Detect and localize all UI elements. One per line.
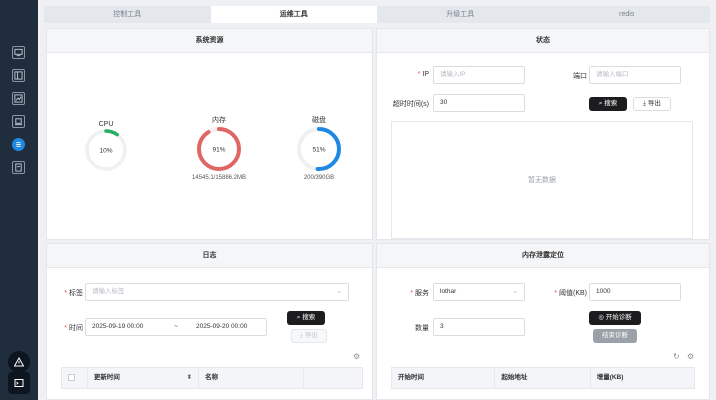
- gauge-label: 磁盘: [312, 117, 326, 124]
- column-name[interactable]: 名称: [199, 368, 305, 388]
- gauge-label: CPU: [98, 121, 114, 128]
- sort-icon[interactable]: ⬍: [187, 368, 192, 388]
- refresh-icon[interactable]: ↻: [673, 353, 680, 361]
- sidebar-document-icon[interactable]: [12, 161, 25, 174]
- empty-text: 暂无数据: [528, 177, 556, 184]
- search-icon: ⌕: [296, 314, 301, 321]
- sidebar-laptop-icon[interactable]: [12, 115, 25, 128]
- terminal-icon[interactable]: [8, 372, 30, 394]
- status-export-button[interactable]: ⤓ 导出: [633, 97, 671, 111]
- range-separator: ~: [174, 323, 178, 330]
- timeout-label: 超时时间(s): [392, 101, 429, 108]
- threshold-input[interactable]: 1000: [589, 283, 681, 301]
- gear-icon[interactable]: ⚙: [687, 353, 694, 361]
- column-start-address[interactable]: 起始地址: [495, 368, 591, 388]
- port-input[interactable]: 请输入端口: [589, 66, 681, 84]
- tab-control-tools[interactable]: 控制工具: [44, 6, 211, 23]
- gauge-value: 51%: [312, 147, 325, 154]
- sidebar-list-icon[interactable]: [12, 138, 25, 151]
- log-panel: 日志 * 标签 请输入标签 ⌄ * 时间 2025-09-19 00:00 ~ 202…: [46, 243, 373, 400]
- status-search-button[interactable]: ⌕ 搜索: [589, 97, 627, 111]
- checkbox-icon[interactable]: [68, 374, 75, 381]
- time-range-picker[interactable]: 2025-09-19 00:00 ~ 2025-09-20 00:00: [85, 318, 267, 336]
- log-export-button[interactable]: ⤓ 导出: [291, 329, 327, 343]
- panel-title: 日志: [47, 244, 372, 268]
- memory-gauge-ring: 91%: [197, 127, 241, 171]
- memory-table-header: 开始时间 起始地址 增量(KB): [391, 367, 695, 389]
- disk-usage-text: 200/390GB: [303, 175, 335, 181]
- search-icon: ⌕: [598, 100, 603, 107]
- gauge-value: 10%: [99, 148, 112, 155]
- panel-title: 状态: [377, 29, 709, 53]
- time-label: * 时间: [64, 325, 83, 332]
- service-select[interactable]: lothar ⌄: [433, 283, 525, 301]
- disk-gauge: 磁盘 51% 200/390GB: [287, 115, 351, 181]
- start-diagnosis-button[interactable]: ◎ 开始诊断: [589, 311, 641, 325]
- chevron-down-icon: ⌄: [512, 288, 518, 295]
- start-time: 2025-09-19 00:00: [92, 323, 144, 330]
- gauge-label: 内存: [212, 117, 226, 124]
- status-panel: 状态 * IP 请输入IP 端口 请输入端口 超时时间(s) 30 ⌕ 搜索 ⤓ …: [376, 28, 710, 240]
- gear-icon[interactable]: ⚙: [353, 353, 360, 361]
- column-updated-time[interactable]: 更新时间 ⬍: [88, 368, 200, 388]
- tag-select[interactable]: 请输入标签 ⌄: [85, 283, 349, 301]
- threshold-label: * 阈值(KB): [554, 290, 587, 297]
- column-start-time[interactable]: 开始时间: [392, 368, 496, 388]
- play-icon: ◎: [598, 314, 604, 321]
- system-resources-panel: 系统资源 CPU 10% 内存 91% 14545.1/15886.2MB 磁盘: [46, 28, 373, 240]
- tag-label: * 标签: [64, 290, 83, 297]
- chevron-down-icon: ⌄: [336, 288, 342, 295]
- memory-gauge: 内存 91% 14545.1/15886.2MB: [179, 115, 259, 181]
- gauge-value: 91%: [212, 147, 225, 154]
- end-time: 2025-09-20 00:00: [196, 323, 248, 330]
- column-extra: [304, 368, 362, 388]
- main-content: 控制工具 运维工具 升级工具 redis 系统资源 CPU 10% 内存 91%…: [40, 0, 716, 400]
- tab-ops-tools[interactable]: 运维工具: [210, 6, 377, 23]
- panel-title: 内存泄露定位: [377, 244, 709, 268]
- ip-input[interactable]: 请输入IP: [433, 66, 525, 84]
- tab-upgrade-tools[interactable]: 升级工具: [377, 6, 544, 23]
- ip-label: * IP: [417, 71, 429, 78]
- memory-usage-text: 14545.1/15886.2MB: [191, 175, 247, 181]
- tab-redis[interactable]: redis: [544, 6, 711, 23]
- stop-diagnosis-button[interactable]: 结束诊断: [593, 329, 637, 343]
- log-table-header: 更新时间 ⬍ 名称: [61, 367, 363, 389]
- warning-icon[interactable]: [8, 351, 30, 373]
- sidebar-layout-icon[interactable]: [12, 69, 25, 82]
- status-empty-state: 暂无数据: [391, 121, 693, 239]
- log-search-button[interactable]: ⌕ 搜索: [287, 311, 325, 325]
- sidebar-monitor-icon[interactable]: [12, 46, 25, 59]
- tab-bar: 控制工具 运维工具 升级工具 redis: [44, 6, 710, 23]
- sidebar: [0, 0, 38, 400]
- download-icon: ⤓: [300, 332, 304, 339]
- download-icon: ⤓: [643, 100, 647, 107]
- select-all-checkbox[interactable]: [62, 368, 88, 388]
- panel-title: 系统资源: [47, 29, 372, 53]
- count-input[interactable]: 3: [433, 318, 525, 336]
- service-label: * 服务: [410, 290, 429, 297]
- sidebar-chart-icon[interactable]: [12, 92, 25, 105]
- port-label: 端口: [573, 73, 587, 80]
- memory-leak-panel: 内存泄露定位 * 服务 lothar ⌄ * 阈值(KB) 1000 数量 3 ◎ 开…: [376, 243, 710, 400]
- cpu-gauge-ring: 10%: [85, 129, 127, 171]
- timeout-input[interactable]: 30: [433, 94, 525, 112]
- count-label: 数量: [415, 325, 429, 332]
- cpu-gauge: CPU 10%: [81, 121, 131, 172]
- disk-gauge-ring: 51%: [297, 127, 341, 171]
- column-increment[interactable]: 增量(KB): [591, 368, 694, 388]
